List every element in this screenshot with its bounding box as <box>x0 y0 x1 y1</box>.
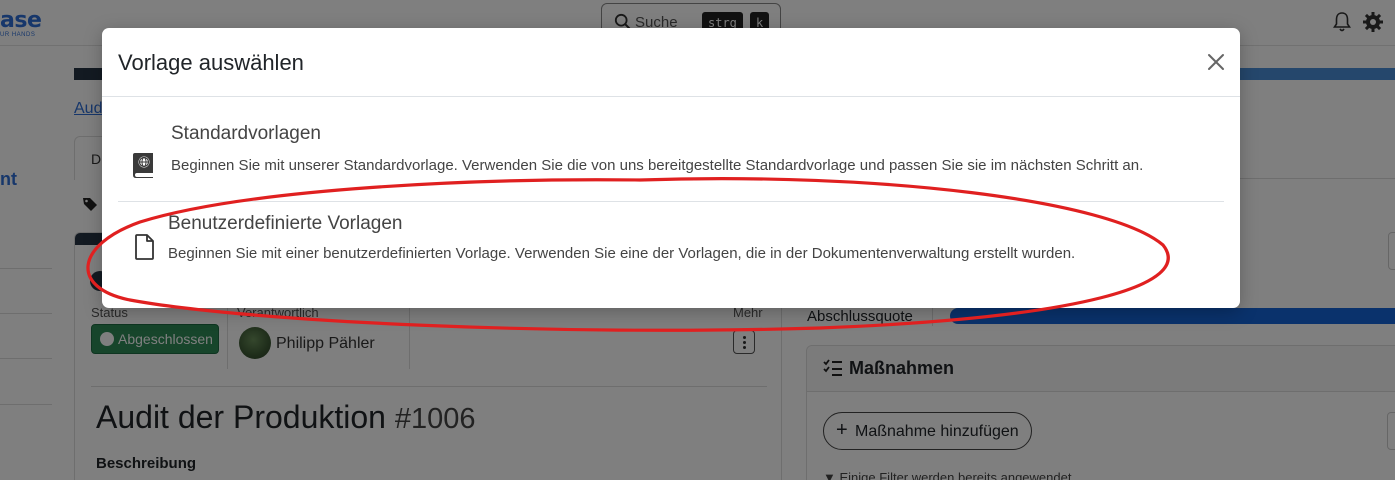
file-icon <box>135 234 154 260</box>
option-description: Beginnen Sie mit unserer Standardvorlage… <box>171 157 1144 174</box>
custom-templates-option[interactable]: Benutzerdefinierte Vorlagen Beginnen Sie… <box>118 203 1224 293</box>
option-title: Benutzerdefinierte Vorlagen <box>168 213 403 234</box>
option-description: Beginnen Sie mit einer benutzerdefiniert… <box>168 245 1076 262</box>
book-globe-icon <box>133 153 153 178</box>
standard-templates-option[interactable]: Standardvorlagen Beginnen Sie mit unsere… <box>118 109 1224 202</box>
option-title: Standardvorlagen <box>171 123 321 144</box>
close-icon[interactable] <box>1204 50 1228 74</box>
template-select-modal: Vorlage auswählen Standardvorlagen Begin… <box>102 28 1240 308</box>
modal-header: Vorlage auswählen <box>102 28 1240 97</box>
modal-title: Vorlage auswählen <box>118 50 304 75</box>
